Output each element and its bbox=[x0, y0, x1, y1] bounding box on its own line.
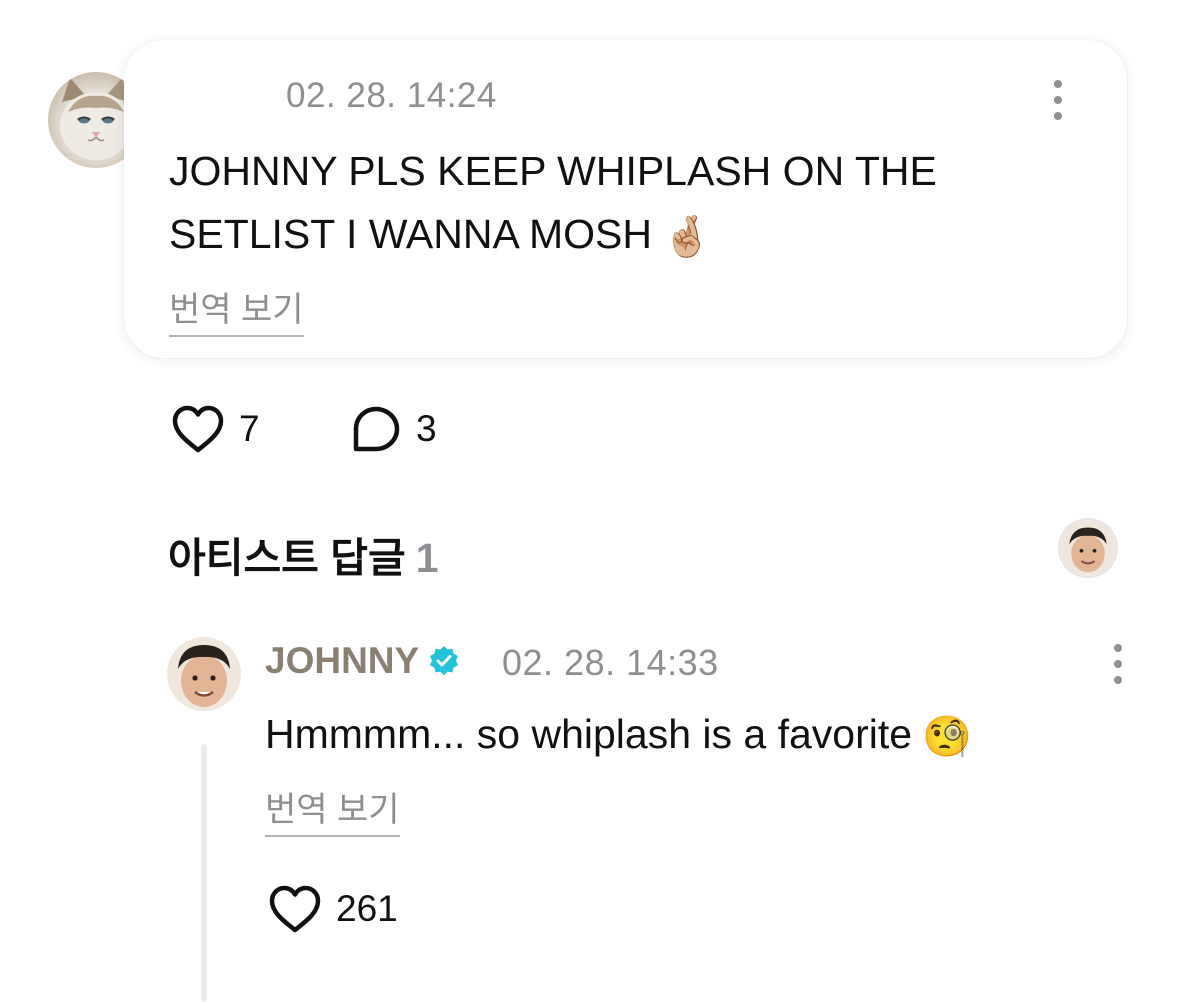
more-dot bbox=[1114, 660, 1122, 668]
reply-timestamp: 02. 28. 14:33 bbox=[502, 642, 719, 683]
more-dot bbox=[1114, 644, 1122, 652]
reply-text: Hmmmm... so whiplash is a favorite 🧐 bbox=[265, 704, 972, 764]
comment-reply-button[interactable]: 3 bbox=[350, 404, 437, 454]
comment-timestamp: 02. 28. 14:24 bbox=[286, 76, 497, 115]
monocle-face-emoji: 🧐 bbox=[922, 715, 972, 760]
comment-body: JOHNNY PLS KEEP WHIPLASH ON THE SETLIST … bbox=[169, 148, 937, 257]
more-dot bbox=[1054, 112, 1062, 120]
comment-text: JOHNNY PLS KEEP WHIPLASH ON THE SETLIST … bbox=[169, 140, 1069, 266]
artist-face-icon bbox=[1060, 520, 1116, 576]
more-dot bbox=[1114, 676, 1122, 684]
reply-like-button[interactable]: 261 bbox=[268, 884, 398, 934]
reply-author[interactable]: JOHNNY bbox=[265, 640, 461, 682]
reply-thread-line bbox=[201, 744, 207, 1002]
heart-icon bbox=[269, 885, 321, 933]
verified-badge-icon bbox=[430, 646, 459, 676]
comment-translate-link[interactable]: 번역 보기 bbox=[169, 282, 304, 337]
heart-icon bbox=[172, 405, 224, 453]
artist-face-icon bbox=[167, 637, 241, 711]
reply-body: Hmmmm... so whiplash is a favorite bbox=[265, 711, 913, 757]
comment-more-options-icon[interactable] bbox=[1046, 76, 1070, 124]
artist-replies-label: 아티스트 답글 bbox=[168, 535, 406, 581]
artist-replies-title: 아티스트 답글 1 bbox=[168, 524, 439, 584]
reply-count: 3 bbox=[416, 408, 437, 449]
artist-replies-count: 1 bbox=[415, 535, 439, 581]
reply-author-name: JOHNNY bbox=[265, 640, 420, 681]
reply-like-count: 261 bbox=[336, 888, 398, 929]
artist-avatar-small[interactable] bbox=[1058, 518, 1118, 578]
fingers-crossed-emoji: 🤞🏼 bbox=[661, 215, 712, 260]
more-dot bbox=[1054, 96, 1062, 104]
reply-translate-link[interactable]: 번역 보기 bbox=[265, 782, 400, 837]
speech-bubble-icon bbox=[353, 406, 400, 452]
johnny-avatar[interactable] bbox=[167, 637, 241, 711]
reply-more-options-icon[interactable] bbox=[1106, 640, 1130, 688]
comment-like-button[interactable]: 7 bbox=[171, 404, 260, 454]
more-dot bbox=[1054, 80, 1062, 88]
like-count: 7 bbox=[239, 408, 260, 449]
